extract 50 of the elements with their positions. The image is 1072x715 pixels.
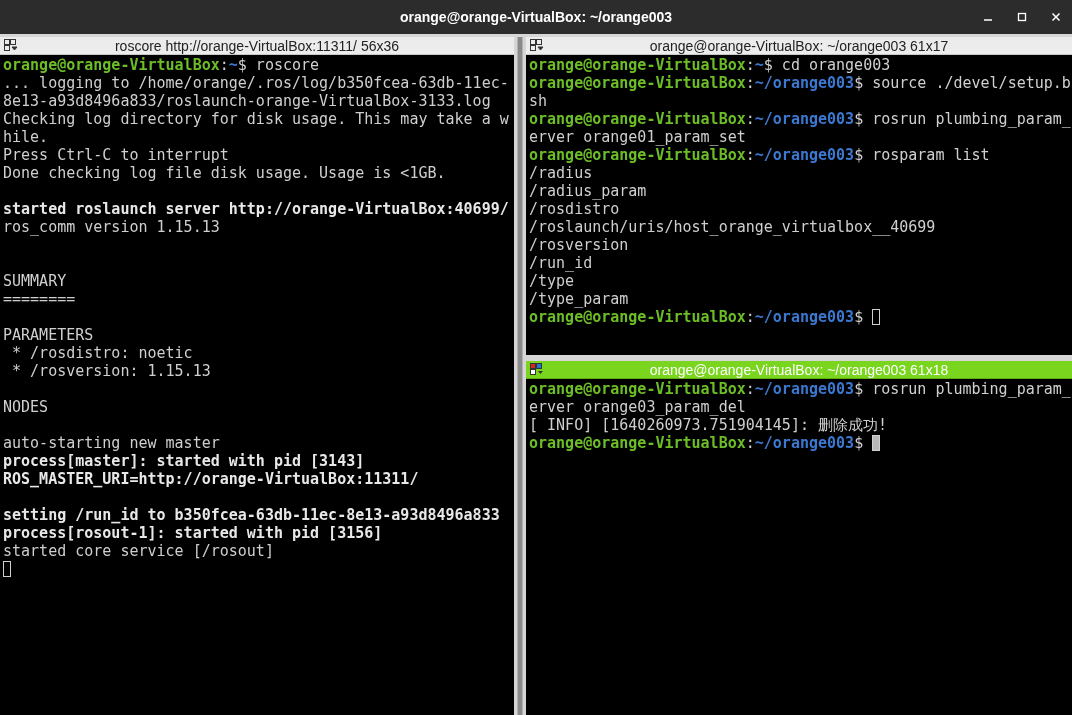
output-line: started roslaunch server http://orange-VirtualBox:40699/ <box>3 200 509 218</box>
output-line: ros_comm version 1.15.13 <box>3 218 220 236</box>
prompt-line: orange@orange-VirtualBox:~/orange003$ <box>529 434 864 452</box>
pane-title: orange@orange-VirtualBox: ~/orange003 61x17 <box>648 37 950 54</box>
split-grid-icon[interactable] <box>530 39 544 52</box>
prompt-line: orange@orange-VirtualBox:~$ roscore <box>3 56 320 74</box>
output-line: * /rosversion: 1.15.13 <box>11 362 211 380</box>
output-line: /rosdistro <box>529 200 620 218</box>
output-line: /run_id <box>529 254 593 272</box>
output-line: ======== <box>3 290 76 308</box>
output-line: /type_param <box>529 290 629 308</box>
prompt-line: orange@orange-VirtualBox:~/orange003$ rosparam list <box>529 146 990 164</box>
output-line: hile. <box>3 128 49 146</box>
output-line: auto-starting new master <box>3 434 220 452</box>
prompt-line: orange@orange-VirtualBox:~/orange003$ source ./devel/setup.b <box>529 74 1071 92</box>
output-line: sh <box>529 92 548 110</box>
output-line: ROS_MASTER_URI=http://orange-VirtualBox:11311/ <box>3 470 419 488</box>
output-line: [ INFO] [1640260973.751904145]: 删除成功! <box>529 416 887 434</box>
output-line: /type <box>529 272 575 290</box>
pane-title: roscore http://orange-VirtualBox:11311/ 56x36 <box>113 37 401 54</box>
prompt-line: orange@orange-VirtualBox:~$ cd orange003 <box>529 56 891 74</box>
output-line: Press Ctrl-C to interrupt <box>3 146 229 164</box>
output-line: /rosversion <box>529 236 629 254</box>
output-line: /radius <box>529 164 593 182</box>
output-line: SUMMARY <box>3 272 67 290</box>
output-line: PARAMETERS <box>3 326 94 344</box>
output-line: * /rosdistro: noetic <box>11 344 193 362</box>
close-icon[interactable] <box>1050 11 1062 23</box>
pane-title: orange@orange-VirtualBox: ~/orange003 61x18 <box>648 361 950 378</box>
splitter-handle[interactable] <box>517 37 523 715</box>
output-line: erver orange03_param_del <box>529 398 746 416</box>
output-line: process[rosout-1]: started with pid [3156] <box>3 524 383 542</box>
output-line: started core service [/rosout] <box>3 542 274 560</box>
output-line: Done checking log file disk usage. Usage is <1GB. <box>3 164 446 182</box>
maximize-icon[interactable] <box>1016 11 1028 23</box>
output-line: erver orange01_param_set <box>529 128 746 146</box>
window-title: orange@orange-VirtualBox: ~/orange003 <box>399 9 673 25</box>
prompt-line: orange@orange-VirtualBox:~/orange003$ rosrun plumbing_param_ <box>529 110 1071 128</box>
split-grid-icon[interactable] <box>4 39 18 52</box>
output-line: setting /run_id to b350fcea-63db-11ec-8e13-a93d8496a833 <box>3 506 500 524</box>
output-line: Checking log directory for disk usage. This may take a w <box>3 110 509 128</box>
output-line: NODES <box>3 398 49 416</box>
output-line: process[master]: started with pid [3143] <box>3 452 365 470</box>
prompt-line: orange@orange-VirtualBox:~/orange003$ <box>529 308 864 326</box>
prompt-line: orange@orange-VirtualBox:~/orange003$ rosrun plumbing_param_ <box>529 380 1071 398</box>
output-line: /roslaunch/uris/host_orange_virtualbox__40699 <box>529 218 936 236</box>
output-line: /radius_param <box>529 182 647 200</box>
output-line: ... logging to /home/orange/.ros/log/b350fcea-63db-11ec- <box>3 74 509 92</box>
output-line: 8e13-a93d8496a833/roslaunch-orange-VirtualBox-3133.log <box>3 92 491 110</box>
split-grid-icon[interactable] <box>530 363 544 376</box>
